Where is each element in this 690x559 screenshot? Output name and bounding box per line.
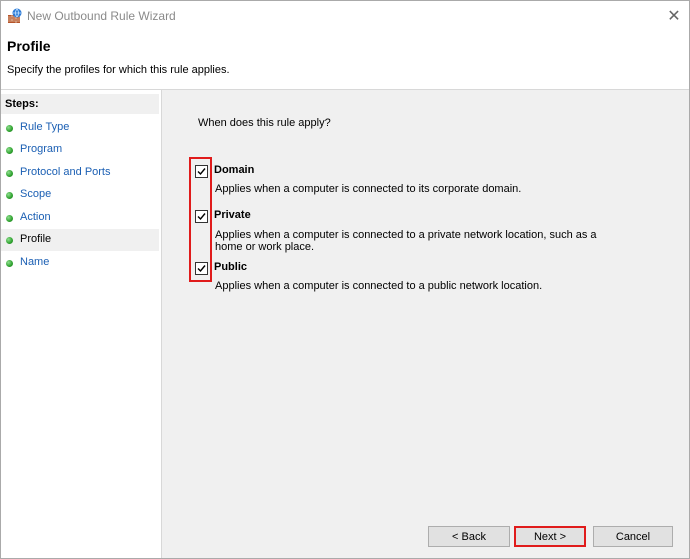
step-bullet-icon bbox=[6, 215, 13, 222]
step-bullet-icon bbox=[6, 147, 13, 154]
content-panel: When does this rule apply? Domain Applie… bbox=[162, 90, 689, 558]
sidebar-item-profile[interactable]: Profile bbox=[1, 229, 159, 251]
steps-label: Steps: bbox=[5, 98, 39, 110]
page-subtitle: Specify the profiles for which this rule… bbox=[7, 64, 230, 76]
sidebar-item-label: Scope bbox=[20, 188, 52, 200]
steps-sidebar: Steps: Rule Type Program Protocol and Po… bbox=[1, 90, 161, 558]
sidebar-item-program[interactable]: Program bbox=[1, 139, 159, 161]
title-bar: New Outbound Rule Wizard ✕ bbox=[1, 1, 689, 31]
checkbox-highlight bbox=[189, 157, 212, 282]
sidebar-item-name[interactable]: Name bbox=[1, 252, 159, 274]
sidebar-item-scope[interactable]: Scope bbox=[1, 184, 159, 206]
steps-header: Steps: bbox=[1, 94, 159, 114]
wizard-window: New Outbound Rule Wizard ✕ Profile Speci… bbox=[0, 0, 690, 559]
sidebar-item-label: Profile bbox=[20, 233, 52, 245]
step-bullet-icon bbox=[6, 260, 13, 267]
back-button[interactable]: < Back bbox=[428, 526, 510, 547]
close-icon: ✕ bbox=[667, 8, 681, 25]
domain-label[interactable]: Domain bbox=[214, 164, 254, 176]
sidebar-item-label: Name bbox=[20, 256, 50, 268]
sidebar-item-label: Program bbox=[20, 143, 63, 155]
next-button[interactable]: Next > bbox=[514, 526, 586, 547]
step-bullet-icon bbox=[6, 237, 13, 244]
step-bullet-icon bbox=[6, 192, 13, 199]
sidebar-item-protocol-and-ports[interactable]: Protocol and Ports bbox=[1, 162, 159, 184]
sidebar-item-action[interactable]: Action bbox=[1, 207, 159, 229]
sidebar-item-rule-type[interactable]: Rule Type bbox=[1, 117, 159, 139]
cancel-button[interactable]: Cancel bbox=[593, 526, 673, 547]
domain-description: Applies when a computer is connected to … bbox=[215, 183, 522, 195]
firewall-icon bbox=[7, 8, 23, 24]
sidebar-item-label: Action bbox=[20, 211, 51, 223]
step-bullet-icon bbox=[6, 125, 13, 132]
public-label[interactable]: Public bbox=[214, 261, 247, 273]
sidebar-item-label: Protocol and Ports bbox=[20, 166, 111, 178]
public-description: Applies when a computer is connected to … bbox=[215, 280, 543, 292]
window-title: New Outbound Rule Wizard bbox=[27, 9, 176, 23]
step-bullet-icon bbox=[6, 170, 13, 177]
page-title: Profile bbox=[7, 38, 51, 54]
private-description: Applies when a computer is connected to … bbox=[215, 229, 597, 253]
question-text: When does this rule apply? bbox=[198, 117, 331, 129]
private-label[interactable]: Private bbox=[214, 209, 251, 221]
sidebar-item-label: Rule Type bbox=[20, 121, 70, 133]
close-button[interactable]: ✕ bbox=[659, 1, 689, 31]
